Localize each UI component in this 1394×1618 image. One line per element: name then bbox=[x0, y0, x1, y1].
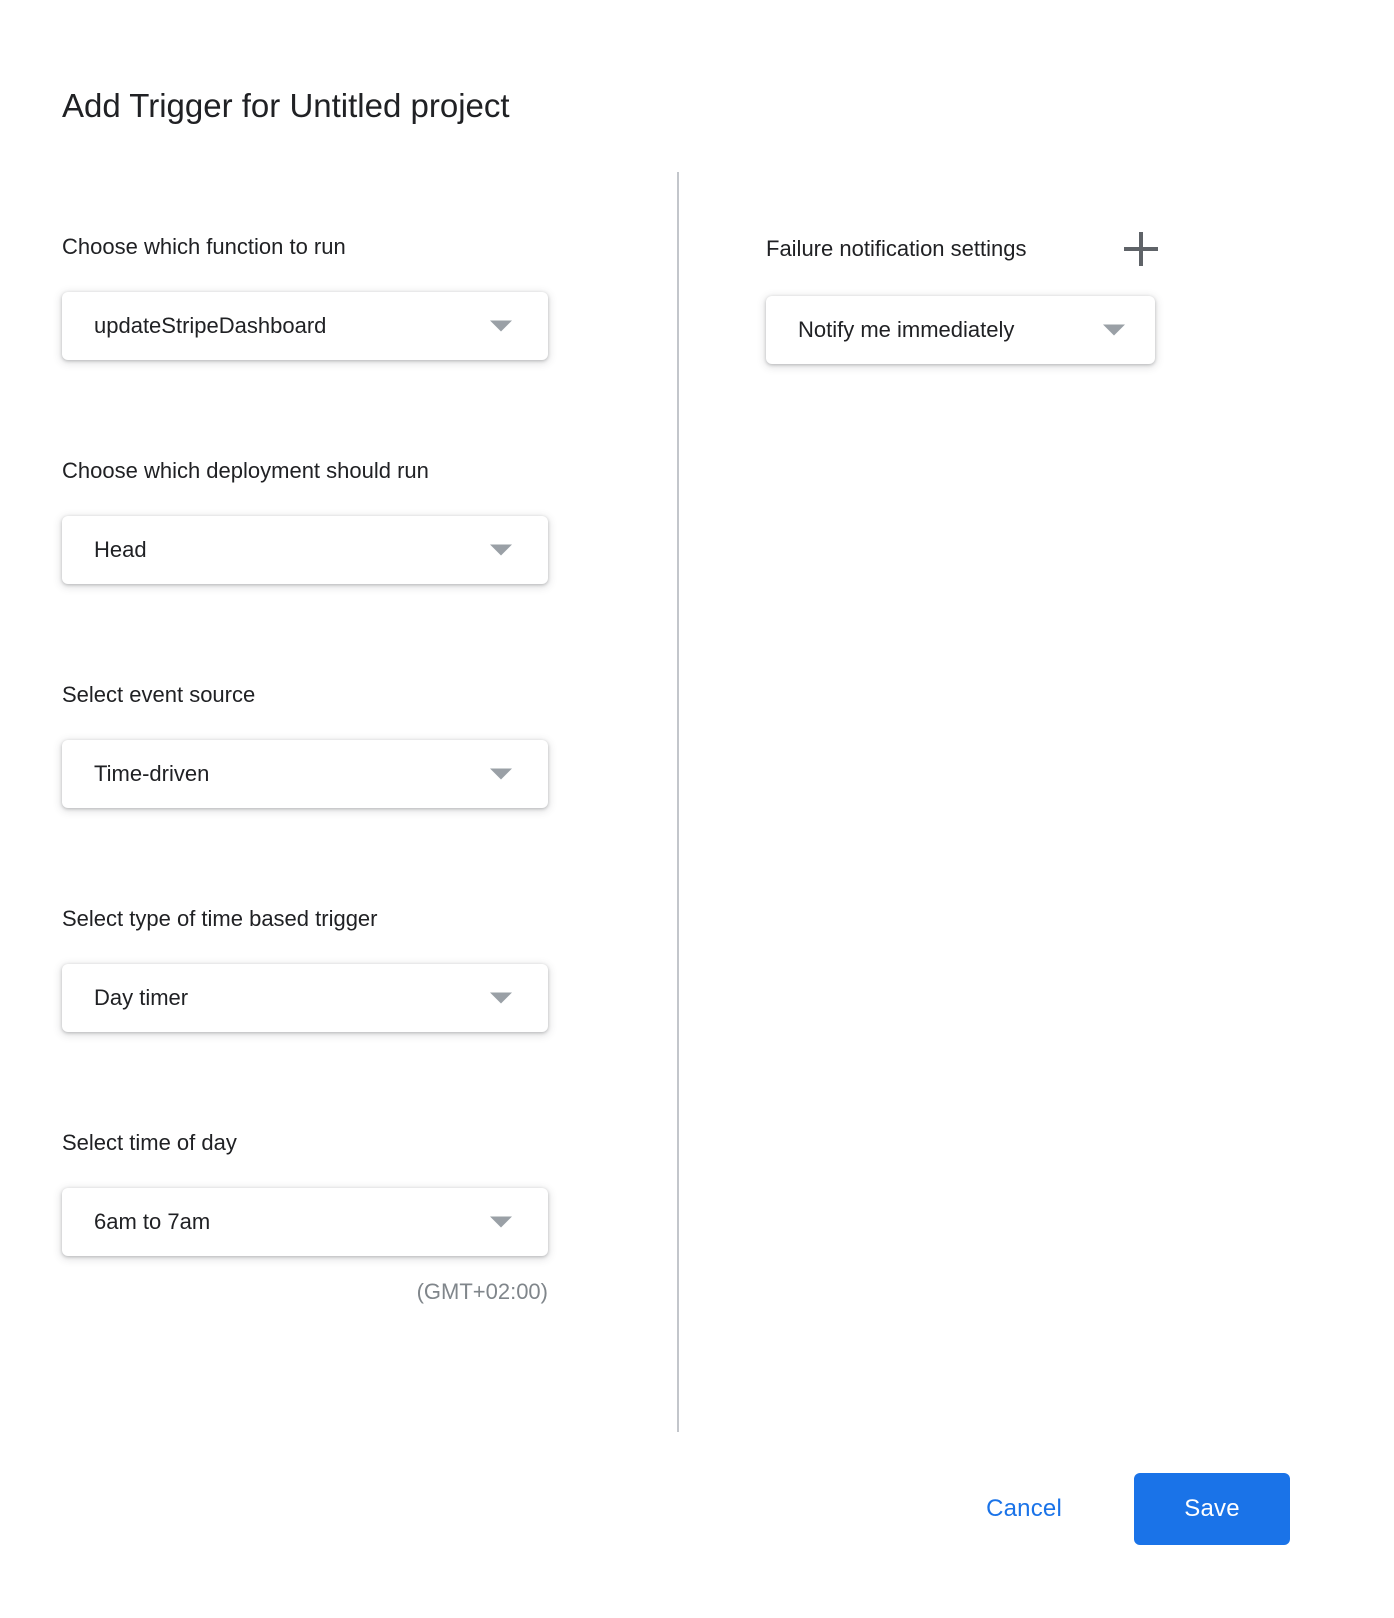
function-select[interactable]: updateStripeDashboard bbox=[62, 292, 548, 360]
trigger-settings-column: Choose which function to run updateStrip… bbox=[62, 232, 562, 1306]
event-source-select-value: Time-driven bbox=[94, 761, 210, 786]
chevron-down-icon bbox=[490, 544, 512, 556]
select-wrap-event-source: Time-driven bbox=[62, 740, 562, 808]
trigger-type-select[interactable]: Day timer bbox=[62, 964, 548, 1032]
function-select-value: updateStripeDashboard bbox=[94, 313, 327, 338]
field-label-time-of-day: Select time of day bbox=[62, 1130, 237, 1155]
chevron-down-icon bbox=[490, 320, 512, 332]
chevron-down-icon bbox=[490, 768, 512, 780]
chevron-down-icon bbox=[490, 992, 512, 1004]
save-button[interactable]: Save bbox=[1134, 1473, 1290, 1545]
field-label-event-source: Select event source bbox=[62, 682, 256, 707]
add-trigger-dialog: Add Trigger for Untitled project Choose … bbox=[0, 0, 1394, 1618]
trigger-type-select-value: Day timer bbox=[94, 985, 189, 1010]
time-of-day-select[interactable]: 6am to 7am bbox=[62, 1188, 548, 1256]
select-wrap-deployment: Head bbox=[62, 516, 562, 584]
cancel-button[interactable]: Cancel bbox=[962, 1475, 1086, 1543]
field-time-of-day: Select time of day 6am to 7am (GMT+02:00… bbox=[62, 1128, 562, 1306]
select-wrap-notification: Notify me immediately bbox=[766, 296, 1266, 364]
select-wrap-trigger-type: Day timer bbox=[62, 964, 562, 1032]
failure-notification-header: Failure notification settings bbox=[766, 232, 1252, 266]
plus-icon[interactable] bbox=[1124, 232, 1159, 266]
chevron-down-icon bbox=[490, 1216, 512, 1228]
notification-select[interactable]: Notify me immediately bbox=[766, 296, 1155, 364]
field-function: Choose which function to run updateStrip… bbox=[62, 232, 562, 360]
time-of-day-select-value: 6am to 7am bbox=[94, 1209, 211, 1234]
field-trigger-type: Select type of time based trigger Day ti… bbox=[62, 904, 562, 1032]
field-label-function: Choose which function to run bbox=[62, 234, 346, 259]
select-wrap-function: updateStripeDashboard bbox=[62, 292, 562, 360]
field-deployment: Choose which deployment should run Head bbox=[62, 456, 562, 584]
timezone-note: (GMT+02:00) bbox=[416, 1279, 548, 1304]
field-label-deployment: Choose which deployment should run bbox=[62, 458, 429, 483]
notification-select-value: Notify me immediately bbox=[798, 317, 1015, 342]
chevron-down-icon bbox=[1103, 324, 1125, 336]
field-event-source: Select event source Time-driven bbox=[62, 680, 562, 808]
event-source-select[interactable]: Time-driven bbox=[62, 740, 548, 808]
deployment-select[interactable]: Head bbox=[62, 516, 548, 584]
deployment-select-value: Head bbox=[94, 537, 147, 562]
select-wrap-time-of-day: 6am to 7am bbox=[62, 1188, 562, 1256]
field-label-failure-notification: Failure notification settings bbox=[766, 236, 1027, 261]
page-title: Add Trigger for Untitled project bbox=[62, 87, 510, 125]
field-label-trigger-type: Select type of time based trigger bbox=[62, 906, 378, 931]
failure-notification-column: Failure notification settings Notify me … bbox=[766, 232, 1266, 364]
column-divider bbox=[677, 172, 679, 1432]
dialog-actions: Cancel Save bbox=[962, 1473, 1290, 1545]
